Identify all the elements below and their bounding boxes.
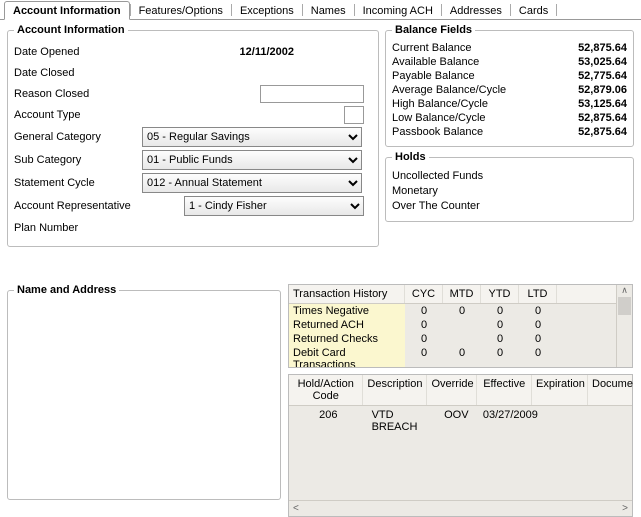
transaction-history-grid[interactable]: Transaction History CYC MTD YTD LTD Time…: [288, 284, 633, 368]
tab-incoming-ach[interactable]: Incoming ACH: [355, 2, 441, 19]
account-type-label: Account Type: [14, 109, 142, 121]
tab-account-information[interactable]: Account Information: [4, 1, 130, 20]
statement-cycle-label: Statement Cycle: [14, 177, 142, 189]
hold-action-grid[interactable]: Hold/Action Code Description Override Ef…: [288, 374, 633, 517]
tab-features-options[interactable]: Features/Options: [131, 2, 231, 19]
tab-bar: Account Information Features/Options Exc…: [0, 0, 641, 20]
account-information-legend: Account Information: [14, 24, 128, 36]
hold-action-header: Hold/Action Code Description Override Ef…: [289, 375, 632, 406]
date-opened-label: Date Opened: [14, 46, 142, 58]
tab-cards[interactable]: Cards: [511, 2, 556, 19]
horizontal-scrollbar[interactable]: <>: [289, 500, 632, 516]
transaction-history-row: Returned ACH000: [289, 318, 632, 332]
reason-closed-input[interactable]: [260, 85, 364, 103]
plan-number-label: Plan Number: [14, 222, 142, 234]
vertical-scrollbar[interactable]: ∧: [616, 285, 632, 367]
date-closed-label: Date Closed: [14, 67, 142, 79]
holds-row: Over The Counter: [392, 200, 627, 212]
statement-cycle-select[interactable]: 012 - Annual Statement: [142, 173, 362, 193]
scroll-right-icon[interactable]: >: [622, 503, 628, 514]
name-and-address-legend: Name and Address: [14, 284, 119, 296]
general-category-select[interactable]: 05 - Regular Savings: [142, 127, 362, 147]
tab-names[interactable]: Names: [303, 2, 354, 19]
general-category-label: General Category: [14, 131, 142, 143]
balance-row: Average Balance/Cycle52,879.06: [392, 84, 627, 96]
tab-exceptions[interactable]: Exceptions: [232, 2, 302, 19]
balance-row: Low Balance/Cycle52,875.64: [392, 112, 627, 124]
account-type-input[interactable]: [344, 106, 364, 124]
transaction-history-row: Returned Checks000: [289, 332, 632, 346]
sub-category-select[interactable]: 01 - Public Funds: [142, 150, 362, 170]
sub-category-label: Sub Category: [14, 154, 142, 166]
transaction-history-row: Debit Card Transactions0000: [289, 346, 632, 368]
account-representative-select[interactable]: 1 - Cindy Fisher: [184, 196, 364, 216]
scroll-left-icon[interactable]: <: [293, 503, 299, 514]
transaction-history-row: Times Negative0000: [289, 304, 632, 318]
balance-fields-group: Balance Fields Current Balance52,875.64 …: [385, 24, 634, 147]
balance-row: Current Balance52,875.64: [392, 42, 627, 54]
holds-legend: Holds: [392, 151, 429, 163]
balance-row: High Balance/Cycle53,125.64: [392, 98, 627, 110]
reason-closed-label: Reason Closed: [14, 88, 142, 100]
balance-row: Payable Balance52,775.64: [392, 70, 627, 82]
balance-row: Passbook Balance52,875.64: [392, 126, 627, 138]
account-information-group: Account Information Date Opened 12/11/20…: [7, 24, 379, 247]
date-opened-value: 12/11/2002: [240, 46, 372, 58]
name-and-address-group: Name and Address: [7, 284, 281, 500]
balance-row: Available Balance53,025.64: [392, 56, 627, 68]
transaction-history-header: Transaction History CYC MTD YTD LTD: [289, 285, 632, 304]
hold-action-row: 206 VTD BREACH OOV 03/27/2009: [289, 406, 632, 436]
tab-addresses[interactable]: Addresses: [442, 2, 510, 19]
account-representative-label: Account Representative: [14, 200, 142, 212]
holds-row: Monetary: [392, 185, 627, 197]
holds-row: Uncollected Funds: [392, 170, 627, 182]
holds-group: Holds Uncollected Funds Monetary Over Th…: [385, 151, 634, 222]
balance-fields-legend: Balance Fields: [392, 24, 475, 36]
